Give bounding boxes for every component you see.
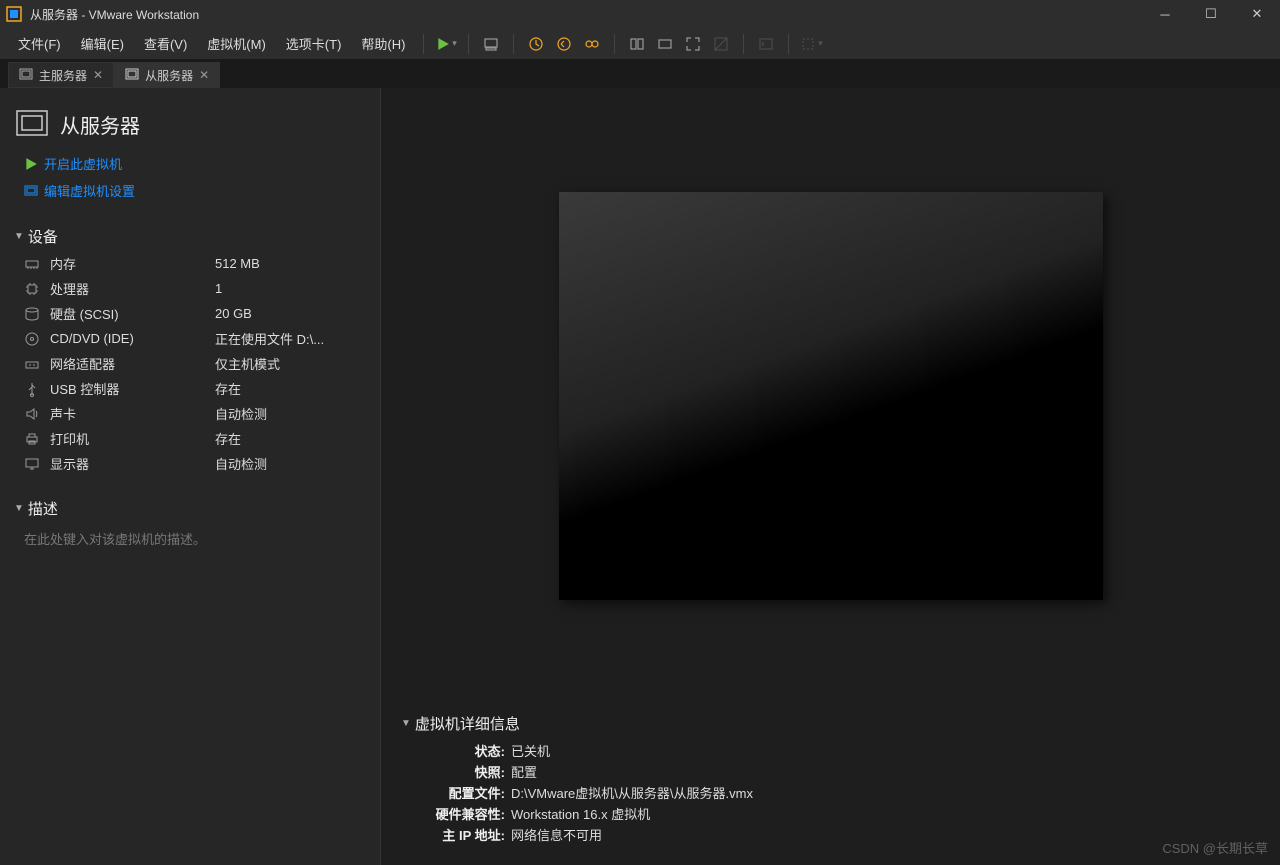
state-label: 状态:	[421, 741, 511, 760]
content: 从服务器 开启此虚拟机 编辑虚拟机设置 ▼设备 内存512 MB 处理器1 硬盘…	[0, 88, 1280, 865]
tab-label: 主服务器	[39, 67, 87, 84]
display-icon	[24, 456, 40, 472]
device-cpu[interactable]: 处理器1	[0, 276, 380, 301]
snapshot-button[interactable]	[522, 30, 550, 58]
vm-preview[interactable]	[559, 192, 1103, 600]
details-title[interactable]: ▼虚拟机详细信息	[401, 713, 1260, 740]
revert-snapshot-button[interactable]	[550, 30, 578, 58]
unity-button[interactable]	[707, 30, 735, 58]
send-ctrl-alt-del-button[interactable]	[477, 30, 505, 58]
menu-edit[interactable]: 编辑(E)	[71, 30, 134, 57]
menu-view[interactable]: 查看(V)	[134, 30, 197, 57]
cpu-icon	[24, 281, 40, 297]
snapshot-label: 快照:	[421, 762, 511, 781]
device-cd[interactable]: CD/DVD (IDE)正在使用文件 D:\...	[0, 326, 380, 351]
menu-vm[interactable]: 虚拟机(M)	[197, 30, 276, 57]
close-button[interactable]: ✕	[1234, 0, 1280, 28]
tab-label: 从服务器	[145, 67, 193, 84]
vm-icon	[14, 106, 50, 142]
ip-value: 网络信息不可用	[511, 825, 602, 844]
settings-icon	[24, 184, 38, 198]
state-value: 已关机	[511, 741, 550, 760]
vm-icon	[125, 68, 139, 82]
description-section-title[interactable]: ▼描述	[0, 494, 380, 523]
network-icon	[24, 356, 40, 372]
tabbar: 主服务器 ✕ 从服务器 ✕	[0, 60, 1280, 88]
hw-value: Workstation 16.x 虚拟机	[511, 804, 650, 823]
disk-icon	[24, 306, 40, 322]
maximize-button[interactable]: ☐	[1188, 0, 1234, 28]
device-display[interactable]: 显示器自动检测	[0, 451, 380, 476]
action-label: 编辑虚拟机设置	[44, 181, 135, 200]
config-label: 配置文件:	[421, 783, 511, 802]
description-input[interactable]: 在此处键入对该虚拟机的描述。	[0, 523, 380, 554]
printer-icon	[24, 431, 40, 447]
cd-icon	[24, 331, 40, 347]
device-sound[interactable]: 声卡自动检测	[0, 401, 380, 426]
menu-file[interactable]: 文件(F)	[8, 30, 71, 57]
titlebar: 从服务器 - VMware Workstation ─ ☐ ✕	[0, 0, 1280, 28]
device-disk[interactable]: 硬盘 (SCSI)20 GB	[0, 301, 380, 326]
device-memory[interactable]: 内存512 MB	[0, 251, 380, 276]
close-icon[interactable]: ✕	[199, 68, 209, 82]
power-on-button[interactable]: ▾	[432, 30, 460, 58]
play-icon	[24, 157, 38, 171]
sidebar: 从服务器 开启此虚拟机 编辑虚拟机设置 ▼设备 内存512 MB 处理器1 硬盘…	[0, 88, 380, 865]
watermark: CSDN @长期长草	[1162, 838, 1268, 857]
preview-area	[381, 88, 1280, 703]
edit-settings-link[interactable]: 编辑虚拟机设置	[0, 177, 380, 204]
snapshot-value: 配置	[511, 762, 537, 781]
console-button[interactable]	[752, 30, 780, 58]
window-controls: ─ ☐ ✕	[1142, 0, 1280, 28]
device-printer[interactable]: 打印机存在	[0, 426, 380, 451]
memory-icon	[24, 256, 40, 272]
tab-slave-server[interactable]: 从服务器 ✕	[114, 62, 220, 88]
stretch-button[interactable]: ▾	[797, 30, 825, 58]
fullscreen-button[interactable]	[679, 30, 707, 58]
close-icon[interactable]: ✕	[93, 68, 103, 82]
manage-snapshots-button[interactable]	[578, 30, 606, 58]
tab-main-server[interactable]: 主服务器 ✕	[8, 62, 114, 88]
hw-label: 硬件兼容性:	[421, 804, 511, 823]
app-icon	[6, 6, 22, 22]
ip-label: 主 IP 地址:	[421, 825, 511, 844]
menubar: 文件(F) 编辑(E) 查看(V) 虚拟机(M) 选项卡(T) 帮助(H) ▾ …	[0, 28, 1280, 60]
thumbnail-view-button[interactable]	[623, 30, 651, 58]
minimize-button[interactable]: ─	[1142, 0, 1188, 28]
menu-help[interactable]: 帮助(H)	[351, 30, 415, 57]
menu-tabs[interactable]: 选项卡(T)	[276, 30, 352, 57]
chevron-down-icon: ▾	[452, 38, 457, 49]
vm-details: ▼虚拟机详细信息 状态:已关机 快照:配置 配置文件:D:\VMware虚拟机\…	[381, 703, 1280, 865]
window-title: 从服务器 - VMware Workstation	[30, 6, 1142, 23]
config-value: D:\VMware虚拟机\从服务器\从服务器.vmx	[511, 783, 753, 802]
main-panel: ▼虚拟机详细信息 状态:已关机 快照:配置 配置文件:D:\VMware虚拟机\…	[380, 88, 1280, 865]
devices-section-title[interactable]: ▼设备	[0, 222, 380, 251]
single-view-button[interactable]	[651, 30, 679, 58]
action-label: 开启此虚拟机	[44, 154, 122, 173]
page-title: 从服务器	[60, 110, 140, 139]
usb-icon	[24, 381, 40, 397]
power-on-link[interactable]: 开启此虚拟机	[0, 150, 380, 177]
sound-icon	[24, 406, 40, 422]
device-nic[interactable]: 网络适配器仅主机模式	[0, 351, 380, 376]
vm-icon	[19, 68, 33, 82]
device-usb[interactable]: USB 控制器存在	[0, 376, 380, 401]
